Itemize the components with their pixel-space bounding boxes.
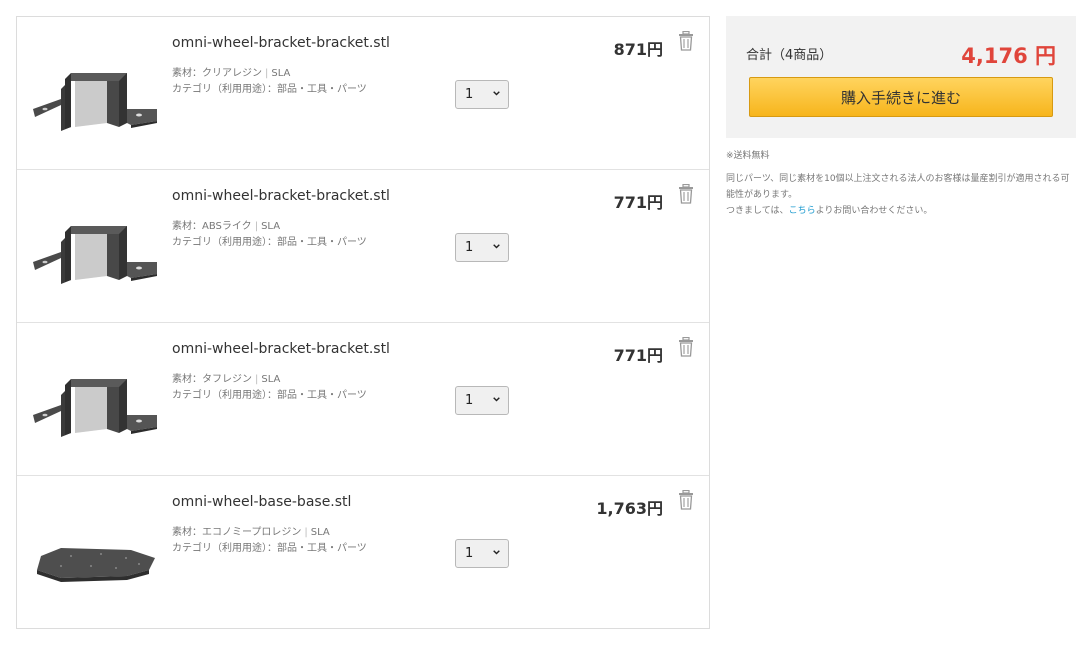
bulk-discount-note: 同じパーツ、同じ素材を10個以上注文される法人のお客様は量産割引が適用される可能… xyxy=(726,171,1074,219)
material-text: 素材：ABSライク xyxy=(172,221,252,232)
total-label: 合計（4商品） xyxy=(746,48,833,63)
chevron-down-icon xyxy=(493,550,500,555)
separator: | xyxy=(304,527,308,538)
contact-link[interactable]: こちら xyxy=(789,206,816,216)
trash-icon[interactable] xyxy=(678,184,694,204)
base-plate-thumbnail xyxy=(37,548,155,582)
quantity-select[interactable]: 1 xyxy=(455,80,509,109)
bracket-thumbnail xyxy=(33,379,157,437)
separator: | xyxy=(265,68,269,79)
category-text: カテゴリ（利用用途）：部品・工具・パーツ xyxy=(172,237,367,248)
trash-icon[interactable] xyxy=(678,31,694,51)
item-price: 771円 xyxy=(613,193,663,212)
material-text: 素材：クリアレジン xyxy=(172,68,262,79)
order-summary: 合計（4商品） 4,176 円 購入手続きに進む xyxy=(726,16,1076,138)
bulk-note-suffix: よりお問い合わせください。 xyxy=(815,206,933,216)
product-name[interactable]: omni-wheel-bracket-bracket.stl xyxy=(172,341,390,357)
quantity-value: 1 xyxy=(465,546,474,561)
bracket-thumbnail xyxy=(33,226,157,284)
trash-icon[interactable] xyxy=(678,490,694,510)
trash-icon[interactable] xyxy=(678,337,694,357)
cart-item: omni-wheel-base-base.stl 素材：エコノミープロレジン | S… xyxy=(17,476,709,628)
item-price: 771円 xyxy=(613,346,663,365)
item-price: 871円 xyxy=(613,40,663,59)
cart-item: omni-wheel-bracket-bracket.stl 素材：タフレジン |… xyxy=(17,323,709,476)
product-name[interactable]: omni-wheel-bracket-bracket.stl xyxy=(172,35,390,51)
material-text: 素材：エコノミープロレジン xyxy=(172,527,302,538)
shipping-note: ※送料無料 xyxy=(726,151,770,161)
quantity-value: 1 xyxy=(465,87,474,102)
chevron-down-icon xyxy=(493,91,500,96)
quantity-value: 1 xyxy=(465,240,474,255)
item-price: 1,763円 xyxy=(596,499,663,518)
cart-list: omni-wheel-bracket-bracket.stl 素材：クリアレジン… xyxy=(16,16,710,629)
material-text: 素材：タフレジン xyxy=(172,374,252,385)
product-name[interactable]: omni-wheel-bracket-bracket.stl xyxy=(172,188,390,204)
checkout-button[interactable]: 購入手続きに進む xyxy=(749,77,1053,117)
category-text: カテゴリ（利用用途）：部品・工具・パーツ xyxy=(172,543,367,554)
product-name[interactable]: omni-wheel-base-base.stl xyxy=(172,494,351,510)
separator: | xyxy=(255,374,259,385)
product-meta: 素材：クリアレジン | SLA カテゴリ（利用用途）：部品・工具・パーツ xyxy=(172,66,367,98)
method-text: SLA xyxy=(261,374,281,385)
method-text: SLA xyxy=(261,221,281,232)
bulk-note-prefix: つきましては、 xyxy=(726,206,789,216)
quantity-value: 1 xyxy=(465,393,474,408)
cart-item: omni-wheel-bracket-bracket.stl 素材：ABSライク… xyxy=(17,170,709,323)
cart-item: omni-wheel-bracket-bracket.stl 素材：クリアレジン… xyxy=(17,17,709,170)
bracket-thumbnail xyxy=(33,73,157,131)
category-text: カテゴリ（利用用途）：部品・工具・パーツ xyxy=(172,390,367,401)
chevron-down-icon xyxy=(493,397,500,402)
quantity-select[interactable]: 1 xyxy=(455,386,509,415)
bulk-note-line1: 同じパーツ、同じ素材を10個以上注文される法人のお客様は量産割引が適用される可能… xyxy=(726,174,1070,200)
product-meta: 素材：ABSライク | SLA カテゴリ（利用用途）：部品・工具・パーツ xyxy=(172,219,367,251)
quantity-select[interactable]: 1 xyxy=(455,233,509,262)
method-text: SLA xyxy=(310,527,330,538)
quantity-select[interactable]: 1 xyxy=(455,539,509,568)
product-meta: 素材：タフレジン | SLA カテゴリ（利用用途）：部品・工具・パーツ xyxy=(172,372,367,404)
chevron-down-icon xyxy=(493,244,500,249)
category-text: カテゴリ（利用用途）：部品・工具・パーツ xyxy=(172,84,367,95)
total-amount: 4,176 円 xyxy=(961,44,1056,68)
method-text: SLA xyxy=(271,68,291,79)
separator: | xyxy=(254,221,259,232)
product-meta: 素材：エコノミープロレジン | SLA カテゴリ（利用用途）：部品・工具・パーツ xyxy=(172,525,367,557)
